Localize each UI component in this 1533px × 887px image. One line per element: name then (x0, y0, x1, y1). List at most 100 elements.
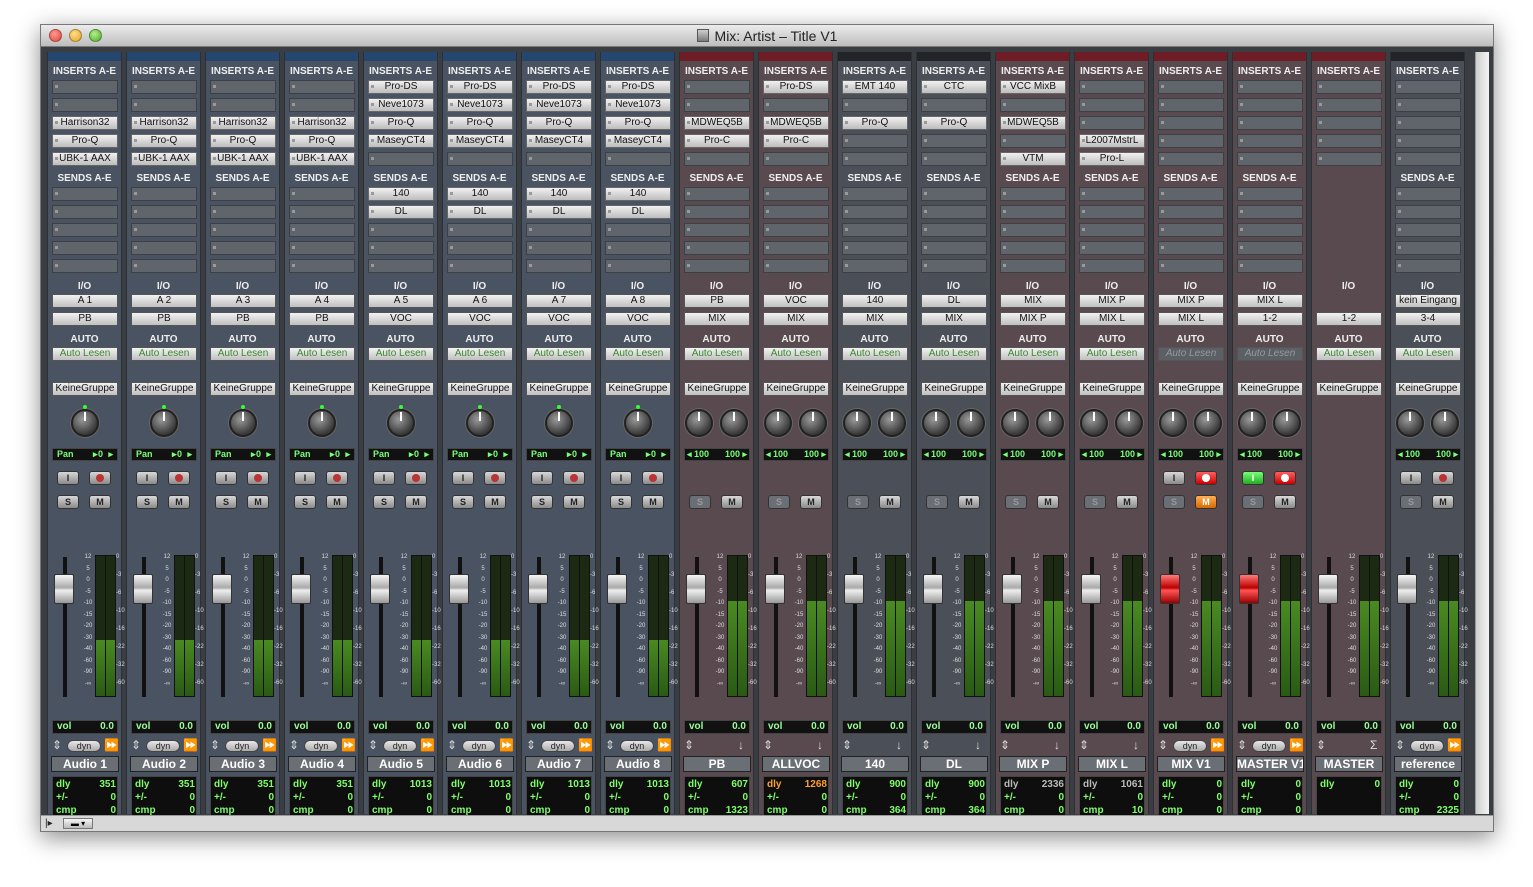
send-slot[interactable]: DL (447, 205, 513, 219)
insert-slot[interactable] (921, 134, 987, 148)
insert-slot[interactable] (1158, 134, 1224, 148)
mute-button[interactable]: M (642, 495, 664, 509)
send-slot[interactable] (1395, 205, 1461, 219)
send-slot[interactable] (1395, 223, 1461, 237)
volume-fader[interactable] (370, 574, 390, 604)
group-selector[interactable]: KeineGruppe (526, 382, 592, 396)
record-arm-button[interactable] (642, 471, 664, 485)
collapse-panel-icon[interactable]: |▸ (45, 818, 59, 829)
send-slot[interactable] (1158, 187, 1224, 201)
insert-slot[interactable] (921, 98, 987, 112)
output-selector[interactable]: 1-2 (1237, 312, 1303, 326)
group-selector[interactable]: KeineGruppe (842, 382, 908, 396)
group-selector[interactable]: KeineGruppe (52, 382, 118, 396)
track-name[interactable]: PB (683, 756, 751, 772)
send-slot[interactable] (763, 223, 829, 237)
input-monitor-button[interactable]: I (294, 471, 316, 485)
volume-fader[interactable] (212, 574, 232, 604)
send-slot[interactable] (447, 259, 513, 273)
insert-slot[interactable] (1237, 80, 1303, 94)
track-name[interactable]: Audio 4 (288, 756, 356, 772)
insert-slot[interactable]: Neve1073 (605, 98, 671, 112)
send-slot[interactable] (52, 187, 118, 201)
mute-button[interactable]: M (1037, 495, 1059, 509)
input-selector[interactable]: DL (921, 294, 987, 308)
send-slot[interactable] (210, 241, 276, 255)
volume-fader[interactable] (291, 574, 311, 604)
solo-button[interactable]: S (1400, 495, 1422, 509)
insert-slot[interactable] (684, 152, 750, 166)
insert-slot[interactable]: Pro-DS (447, 80, 513, 94)
output-selector[interactable]: VOC (605, 312, 671, 326)
input-selector[interactable]: A 2 (131, 294, 197, 308)
mute-button[interactable]: M (326, 495, 348, 509)
insert-slot[interactable]: Pro-Q (842, 116, 908, 130)
send-slot[interactable] (1000, 223, 1066, 237)
send-slot[interactable] (1000, 187, 1066, 201)
insert-slot[interactable] (1158, 152, 1224, 166)
track-name[interactable]: Audio 2 (130, 756, 198, 772)
pan-knob-right[interactable] (1115, 409, 1143, 437)
send-slot[interactable] (921, 205, 987, 219)
move-strip-arrows-icon[interactable]: ⇕ (1079, 738, 1089, 752)
send-slot[interactable] (842, 205, 908, 219)
pan-knob-right[interactable] (799, 409, 827, 437)
track-name[interactable]: 140 (841, 756, 909, 772)
insert-slot[interactable]: Pro-DS (605, 80, 671, 94)
pan-knob[interactable] (71, 409, 99, 437)
insert-slot[interactable] (921, 152, 987, 166)
send-slot[interactable] (210, 205, 276, 219)
output-selector[interactable]: 3-4 (1395, 312, 1461, 326)
insert-slot[interactable] (763, 98, 829, 112)
insert-slot[interactable] (447, 152, 513, 166)
send-slot[interactable] (1000, 259, 1066, 273)
track-name[interactable]: MIX V1 (1157, 756, 1225, 772)
input-selector[interactable]: A 4 (289, 294, 355, 308)
input-selector[interactable]: A 3 (210, 294, 276, 308)
send-slot[interactable] (1237, 223, 1303, 237)
insert-slot[interactable] (1237, 98, 1303, 112)
send-slot[interactable] (684, 205, 750, 219)
fast-forward-icon[interactable]: ⏩ (1447, 738, 1462, 752)
input-selector[interactable]: A 7 (526, 294, 592, 308)
solo-button[interactable]: S (926, 495, 948, 509)
group-selector[interactable]: KeineGruppe (684, 382, 750, 396)
group-selector[interactable]: KeineGruppe (1316, 382, 1382, 396)
record-arm-button[interactable] (563, 471, 585, 485)
send-slot[interactable] (684, 259, 750, 273)
send-slot[interactable] (289, 259, 355, 273)
send-slot[interactable]: 140 (526, 187, 592, 201)
insert-slot[interactable]: Pro-L (1079, 152, 1145, 166)
volume-fader[interactable] (1397, 574, 1417, 604)
send-slot[interactable] (1158, 205, 1224, 219)
move-strip-arrows-icon[interactable]: ⇕ (368, 738, 378, 752)
solo-button[interactable]: S (57, 495, 79, 509)
send-slot[interactable] (289, 205, 355, 219)
insert-slot[interactable] (842, 134, 908, 148)
send-slot[interactable] (131, 241, 197, 255)
insert-slot[interactable]: MDWEQ5B (684, 116, 750, 130)
insert-slot[interactable]: MaseyCT4 (526, 134, 592, 148)
insert-slot[interactable]: Pro-C (763, 134, 829, 148)
send-slot[interactable] (763, 259, 829, 273)
pan-knob-right[interactable] (1194, 409, 1222, 437)
track-name[interactable]: Audio 1 (51, 756, 119, 772)
send-slot[interactable] (842, 187, 908, 201)
send-slot[interactable] (289, 241, 355, 255)
mute-button[interactable]: M (1274, 495, 1296, 509)
pan-knob-left[interactable] (1080, 409, 1108, 437)
pan-knob-right[interactable] (720, 409, 748, 437)
insert-slot[interactable] (52, 80, 118, 94)
send-slot[interactable] (1079, 187, 1145, 201)
fast-forward-icon[interactable]: ⏩ (420, 738, 435, 752)
send-slot[interactable] (842, 241, 908, 255)
pan-knob-left[interactable] (922, 409, 950, 437)
insert-slot[interactable]: UBK-1 AAX (289, 152, 355, 166)
send-slot[interactable] (1079, 241, 1145, 255)
insert-slot[interactable] (1237, 152, 1303, 166)
insert-slot[interactable]: VCC MixB (1000, 80, 1066, 94)
insert-slot[interactable] (1000, 98, 1066, 112)
mute-button[interactable]: M (563, 495, 585, 509)
group-selector[interactable]: KeineGruppe (921, 382, 987, 396)
group-selector[interactable]: KeineGruppe (1079, 382, 1145, 396)
